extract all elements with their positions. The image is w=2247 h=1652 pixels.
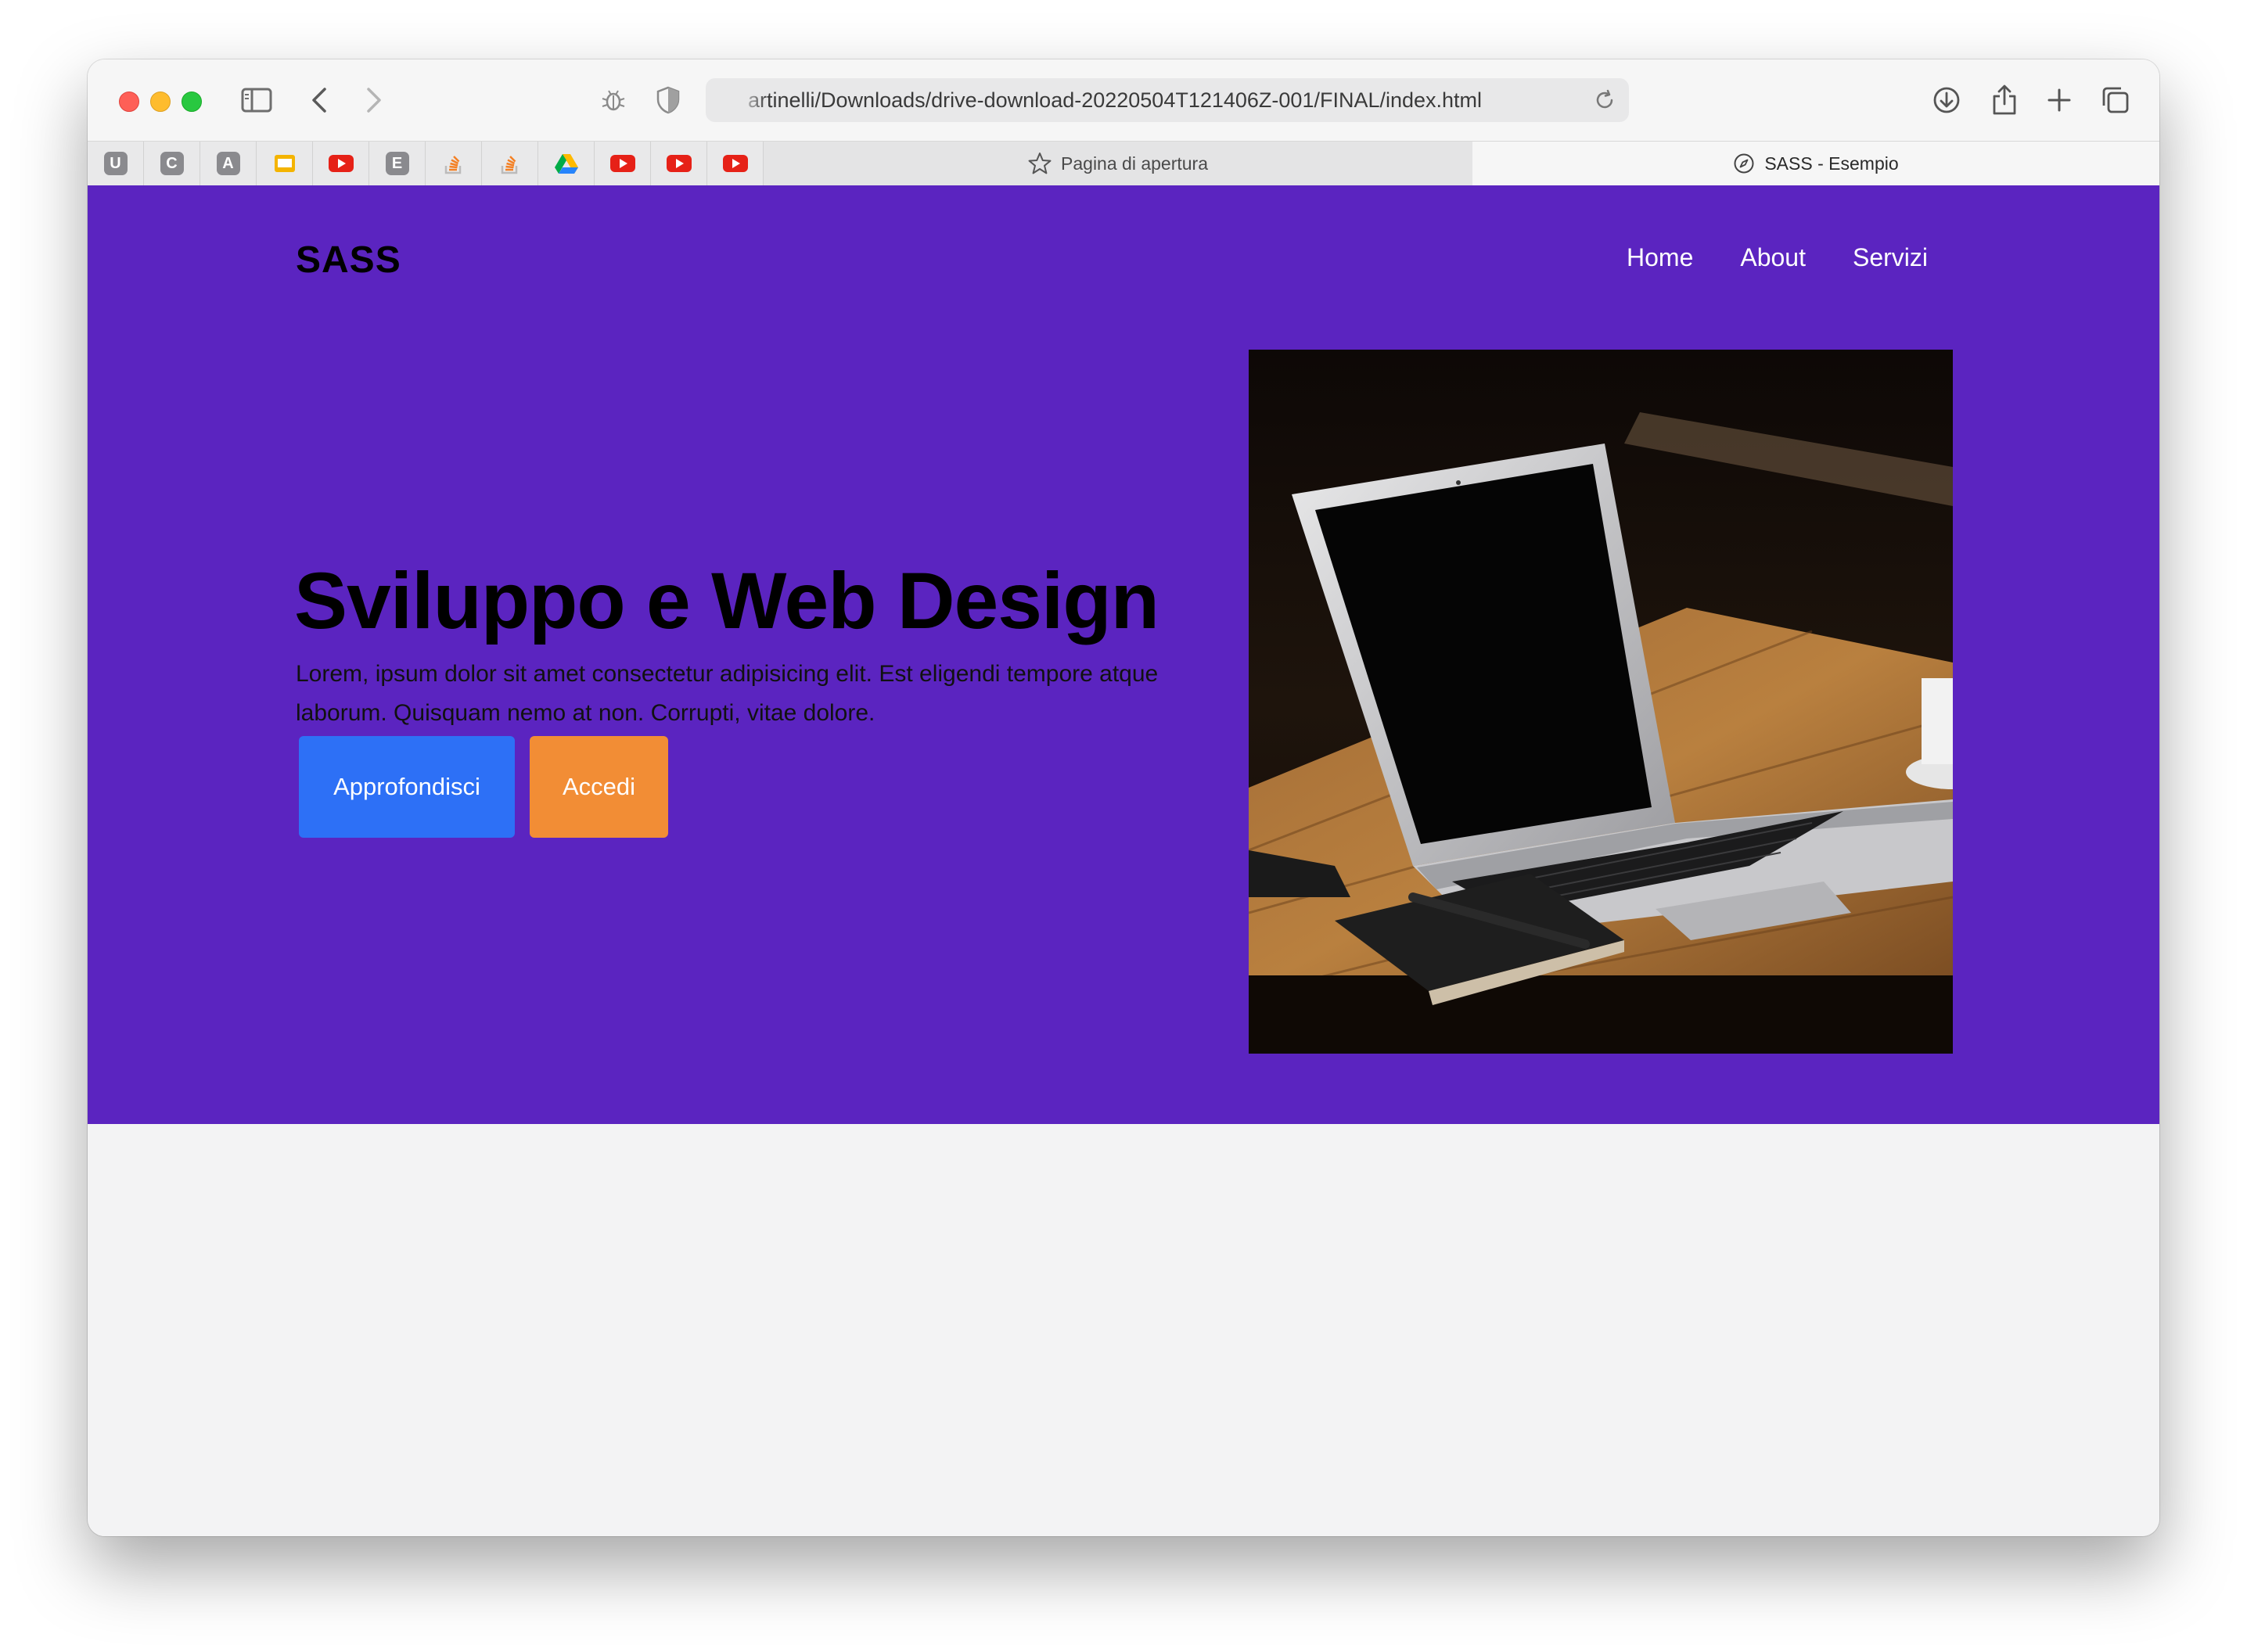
tab-bar: U C A E Pagina di apertura SASS - Esempi… [88,141,2159,186]
favorite-youtube-2[interactable] [595,142,651,185]
favorite-youtube-1[interactable] [313,142,369,185]
favorite-stackoverflow-1[interactable] [426,142,482,185]
reload-icon[interactable] [1593,88,1616,117]
youtube-icon [609,155,635,172]
letter-a-icon: A [216,152,240,175]
nav-link-about[interactable]: About [1740,243,1806,272]
hero-description: Lorem, ipsum dolor sit amet consectetur … [296,655,1235,733]
letter-c-icon: C [160,152,184,175]
google-drive-icon [554,154,578,174]
tab-title: SASS - Esempio [1764,153,1899,174]
tab-title: Pagina di apertura [1061,153,1208,174]
letter-u-icon: U [103,152,128,175]
hero-description-line-2: laborum. Quisquam nemo at non. Corrupti,… [296,700,875,726]
favorite-e[interactable]: E [369,142,426,185]
favorite-youtube-4[interactable] [707,142,764,185]
browser-window: artinelli/Downloads/drive-download-20220… [88,59,2159,1536]
hero-description-line-1: Lorem, ipsum dolor sit amet consectetur … [296,661,1159,687]
approfondisci-button[interactable]: Approfondisci [299,736,515,838]
favorite-c[interactable]: C [144,142,200,185]
favorite-youtube-3[interactable] [651,142,707,185]
forward-icon[interactable] [358,81,390,119]
privacy-shield-icon[interactable] [651,81,685,119]
favorites-bar: U C A E [88,142,764,185]
nav-link-home[interactable]: Home [1627,243,1693,272]
new-tab-icon[interactable] [2042,81,2076,119]
star-icon [1028,152,1052,175]
youtube-icon [328,155,354,172]
youtube-icon [722,155,748,172]
favorite-a[interactable]: A [200,142,257,185]
nav-link-servizi[interactable]: Servizi [1853,243,1928,272]
minimize-window-button[interactable] [150,92,171,112]
youtube-icon [666,155,692,172]
main-nav: Home About Servizi [1627,243,1928,272]
tab-start-page[interactable]: Pagina di apertura [764,142,1473,185]
slides-icon [274,155,295,172]
tab-sass-esempio[interactable]: SASS - Esempio [1472,142,2159,185]
hero-section: SASS Home About Servizi Sviluppo e Web D… [88,185,2159,1124]
back-icon[interactable] [304,81,335,119]
stackoverflow-icon [444,156,461,174]
favorite-slides[interactable] [257,142,313,185]
address-bar[interactable]: artinelli/Downloads/drive-download-20220… [706,78,1629,122]
sidebar-toggle-icon[interactable] [238,81,275,119]
favorite-google-drive[interactable] [538,142,595,185]
site-logo[interactable]: SASS [296,239,401,282]
bug-icon[interactable] [596,81,631,119]
favorite-u[interactable]: U [88,142,144,185]
laptop-photo [1249,350,1953,1054]
browser-toolbar: artinelli/Downloads/drive-download-20220… [88,59,2159,141]
web-page: SASS Home About Servizi Sviluppo e Web D… [88,185,2159,1536]
favorite-stackoverflow-2[interactable] [482,142,538,185]
url-text: artinelli/Downloads/drive-download-20220… [748,88,1483,112]
downloads-icon[interactable] [1929,81,1964,119]
close-window-button[interactable] [119,92,139,112]
hero-title: Sviluppo e Web Design [294,556,1159,645]
compass-icon [1733,153,1755,174]
tab-overview-icon[interactable] [2098,81,2133,119]
stackoverflow-icon [501,156,517,174]
letter-e-icon: E [385,152,409,175]
zoom-window-button[interactable] [182,92,202,112]
accedi-button[interactable]: Accedi [530,736,668,838]
share-icon[interactable] [1987,81,2022,119]
